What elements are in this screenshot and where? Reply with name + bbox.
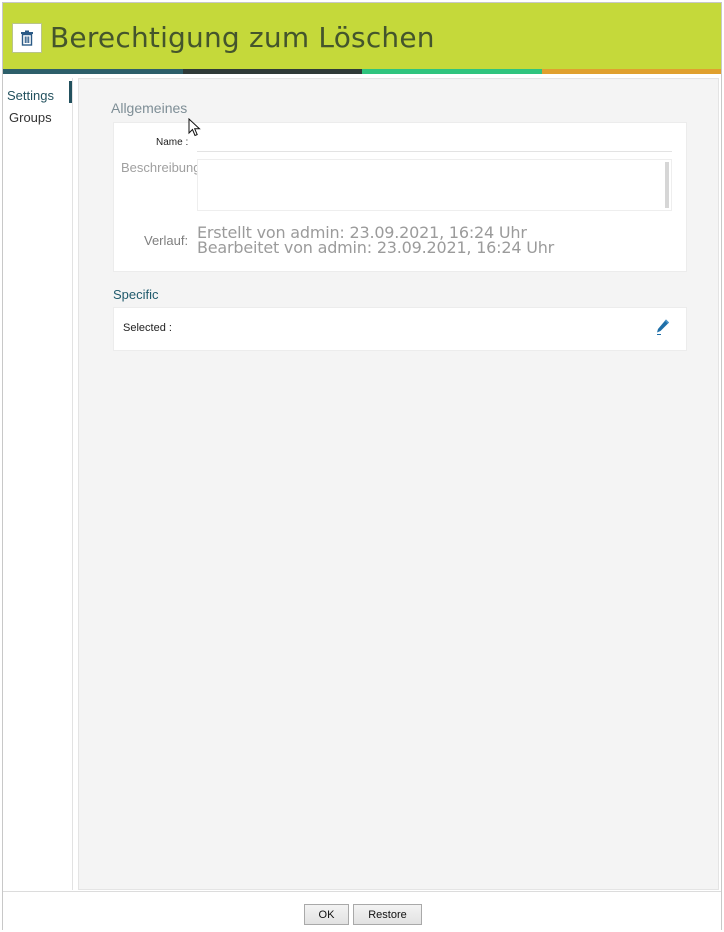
stripe-2 <box>182 69 362 74</box>
sidebar-item-settings[interactable]: Settings <box>7 88 54 103</box>
selected-label: Selected : <box>123 322 172 334</box>
name-input[interactable] <box>197 151 672 152</box>
trash-icon <box>12 23 42 53</box>
dialog-title: Berechtigung zum Löschen <box>50 21 435 54</box>
restore-button[interactable]: Restore <box>353 904 422 925</box>
ok-button[interactable]: OK <box>304 904 349 925</box>
description-label: Beschreibung: <box>121 160 205 175</box>
dialog-window: Berechtigung zum Löschen Settings Groups… <box>2 2 722 930</box>
stripe-1 <box>3 69 183 74</box>
mouse-cursor-icon <box>188 117 202 138</box>
description-scrollbar[interactable] <box>665 162 669 208</box>
sidebar-active-indicator <box>69 81 72 103</box>
header-stripes <box>3 69 721 74</box>
main-content: Allgemeines Name : Beschreibung: Verlauf… <box>78 78 719 890</box>
pencil-icon[interactable] <box>655 318 671 336</box>
dialog-header: Berechtigung zum Löschen <box>3 3 721 71</box>
sidebar: Settings Groups <box>3 78 73 890</box>
section-title-general: Allgemeines <box>111 100 188 116</box>
dialog-footer: OK Restore <box>3 891 721 930</box>
specific-panel: Selected : <box>113 307 687 351</box>
history-edited: Bearbeitet von admin: 23.09.2021, 16:24 … <box>197 238 555 257</box>
sidebar-item-groups[interactable]: Groups <box>9 110 52 125</box>
stripe-4 <box>541 69 721 74</box>
name-label: Name : <box>156 137 189 148</box>
history-label: Verlauf: <box>144 233 189 248</box>
section-title-specific: Specific <box>113 287 159 302</box>
description-input[interactable] <box>197 159 672 211</box>
stripe-3 <box>362 69 542 74</box>
general-panel: Name : Beschreibung: Verlauf: Erstellt v… <box>113 122 687 272</box>
